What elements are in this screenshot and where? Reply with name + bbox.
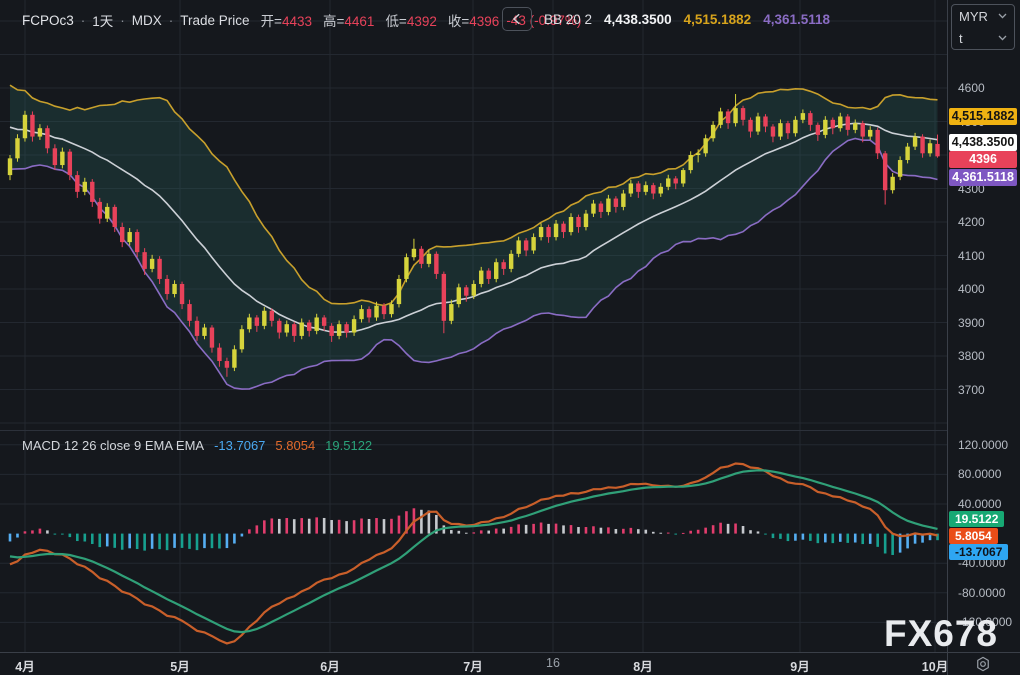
time-scale[interactable]: 4月 5月 6月 7月 16 8月 9月 10月	[0, 653, 1020, 675]
macd-signal-badge: 19.5122	[949, 511, 1004, 527]
low-value: 4392	[407, 14, 437, 29]
pane-divider[interactable]	[0, 430, 1020, 431]
separator-dot: ·	[169, 13, 174, 28]
bb-indicator-title[interactable]: BB 20 2	[544, 12, 592, 27]
bb-basis-badge: 4,438.3500	[949, 134, 1017, 151]
macd-line-badge: 5.8054	[949, 528, 998, 544]
fx678-watermark: FX678	[884, 613, 998, 655]
separator-dot: ·	[81, 13, 86, 28]
chevron-down-icon	[998, 35, 1007, 41]
price-type-label: Trade Price	[180, 13, 249, 28]
axis-border-horizontal	[0, 652, 1020, 653]
interval-label[interactable]: 1天	[92, 10, 113, 30]
macd-hist-badge: -13.7067	[949, 544, 1008, 560]
x-axis-label: 6月	[320, 656, 339, 675]
close-label: 收=4396	[448, 10, 499, 30]
settings-gear-icon[interactable]	[974, 655, 992, 673]
close-value: 4396	[469, 14, 499, 29]
back-button[interactable]	[502, 7, 532, 31]
last-price-badge: 4396	[949, 151, 1017, 168]
x-axis-label: 9月	[790, 656, 809, 675]
macd-axis-tick: 40.0000	[958, 497, 1001, 511]
trading-chart-app: FCPOc3 · 1天 · MDX · Trade Price 开=4433 高…	[0, 0, 1020, 675]
x-axis-label: 10月	[922, 656, 948, 675]
price-axis-tick: 3700	[958, 383, 985, 397]
symbol-legend-bar: FCPOc3 · 1天 · MDX · Trade Price 开=4433 高…	[22, 8, 581, 32]
bb-upper-badge: 4,515.1882	[949, 108, 1017, 125]
chevron-left-icon	[510, 12, 524, 26]
symbol-name[interactable]: FCPOc3	[22, 13, 74, 28]
high-value: 4461	[344, 14, 374, 29]
bb-lower-value: 4,361.5118	[763, 12, 830, 27]
macd-axis-tick: 80.0000	[958, 467, 1001, 481]
x-axis-label: 8月	[633, 656, 652, 675]
macd-indicator-title[interactable]: MACD 12 26 close 9 EMA EMA	[22, 438, 204, 453]
exchange-label: MDX	[132, 13, 162, 28]
macd-signal-value: 19.5122	[325, 438, 372, 453]
x-axis-label: 16	[546, 656, 560, 670]
scale-unit-box: MYR t	[951, 4, 1015, 50]
price-axis-tick: 4100	[958, 249, 985, 263]
macd-line-value: 5.8054	[275, 438, 315, 453]
price-scale[interactable]: MYR t 4600450044004300420041004000390038…	[948, 0, 1020, 652]
price-axis-tick: 4600	[958, 81, 985, 95]
price-axis-tick: 4000	[958, 282, 985, 296]
price-axis-tick: 3800	[958, 349, 985, 363]
high-label: 高=4461	[323, 10, 374, 30]
x-axis-label: 5月	[170, 656, 189, 675]
chart-area[interactable]	[0, 0, 947, 652]
bb-lower-badge: 4,361.5118	[949, 169, 1017, 186]
chevron-down-icon	[998, 13, 1007, 19]
separator-dot: ·	[120, 13, 125, 28]
low-label: 低=4392	[385, 10, 436, 30]
chart-canvas[interactable]	[0, 0, 947, 652]
bb-legend-bar: BB 20 2 4,438.3500 4,515.1882 4,361.5118	[502, 7, 830, 31]
open-value: 4433	[282, 14, 312, 29]
currency-value: MYR	[959, 9, 988, 24]
bb-basis-value: 4,438.3500	[604, 12, 672, 27]
unit-value: t	[959, 31, 963, 46]
bb-upper-value: 4,515.1882	[684, 12, 752, 27]
x-axis-label: 7月	[463, 656, 482, 675]
price-axis-tick: 4200	[958, 215, 985, 229]
axis-border-vertical	[947, 0, 948, 675]
macd-hist-value: -13.7067	[214, 438, 265, 453]
macd-axis-tick: 120.0000	[958, 438, 1008, 452]
macd-axis-tick: -80.0000	[958, 586, 1005, 600]
x-axis-label: 4月	[15, 656, 34, 675]
price-axis-tick: 3900	[958, 316, 985, 330]
unit-dropdown[interactable]: t	[952, 27, 1014, 49]
currency-dropdown[interactable]: MYR	[952, 5, 1014, 27]
open-label: 开=4433	[261, 10, 312, 30]
macd-legend-bar: MACD 12 26 close 9 EMA EMA -13.7067 5.80…	[22, 438, 372, 453]
